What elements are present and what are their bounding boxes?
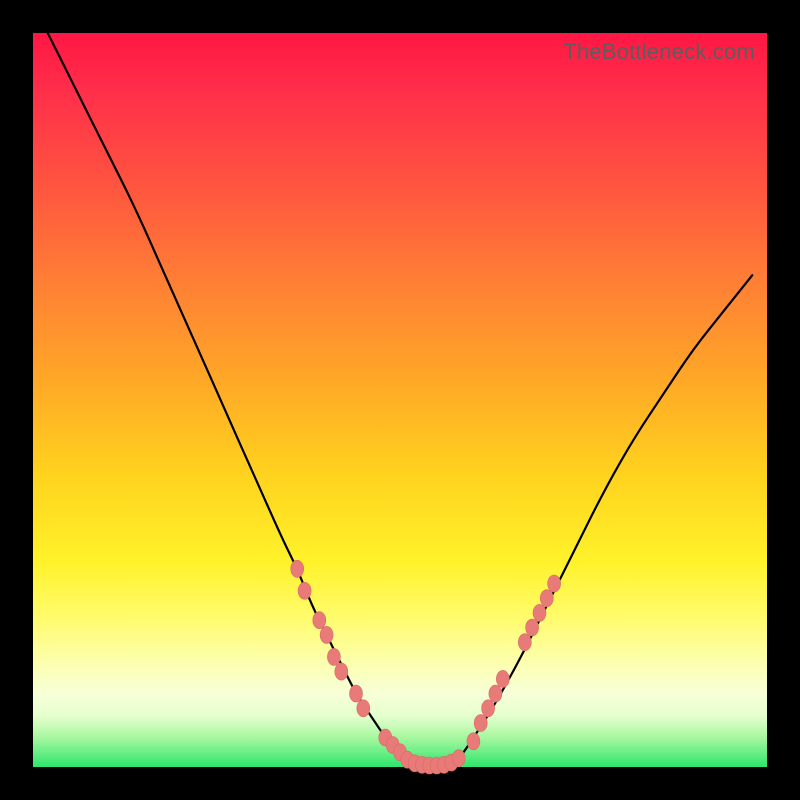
- highlight-point: [327, 648, 340, 665]
- highlight-point: [533, 604, 546, 621]
- highlight-point: [291, 560, 304, 577]
- highlight-point: [518, 634, 531, 651]
- plot-area: TheBottleneck.com: [33, 33, 767, 767]
- highlight-point: [357, 700, 370, 717]
- bottleneck-curve: [48, 33, 753, 767]
- highlight-point: [467, 733, 480, 750]
- chart-overlay: [33, 33, 767, 767]
- highlight-point: [482, 700, 495, 717]
- highlight-point: [496, 670, 509, 687]
- highlight-point: [548, 575, 561, 592]
- highlight-point: [452, 750, 465, 767]
- highlight-point: [474, 715, 487, 732]
- highlighted-points-group: [291, 560, 561, 774]
- highlight-point: [335, 663, 348, 680]
- highlight-point: [350, 685, 363, 702]
- highlight-point: [320, 626, 333, 643]
- highlight-point: [298, 582, 311, 599]
- highlight-point: [526, 619, 539, 636]
- highlight-point: [540, 590, 553, 607]
- highlight-point: [313, 612, 326, 629]
- chart-frame: TheBottleneck.com: [0, 0, 800, 800]
- highlight-point: [489, 685, 502, 702]
